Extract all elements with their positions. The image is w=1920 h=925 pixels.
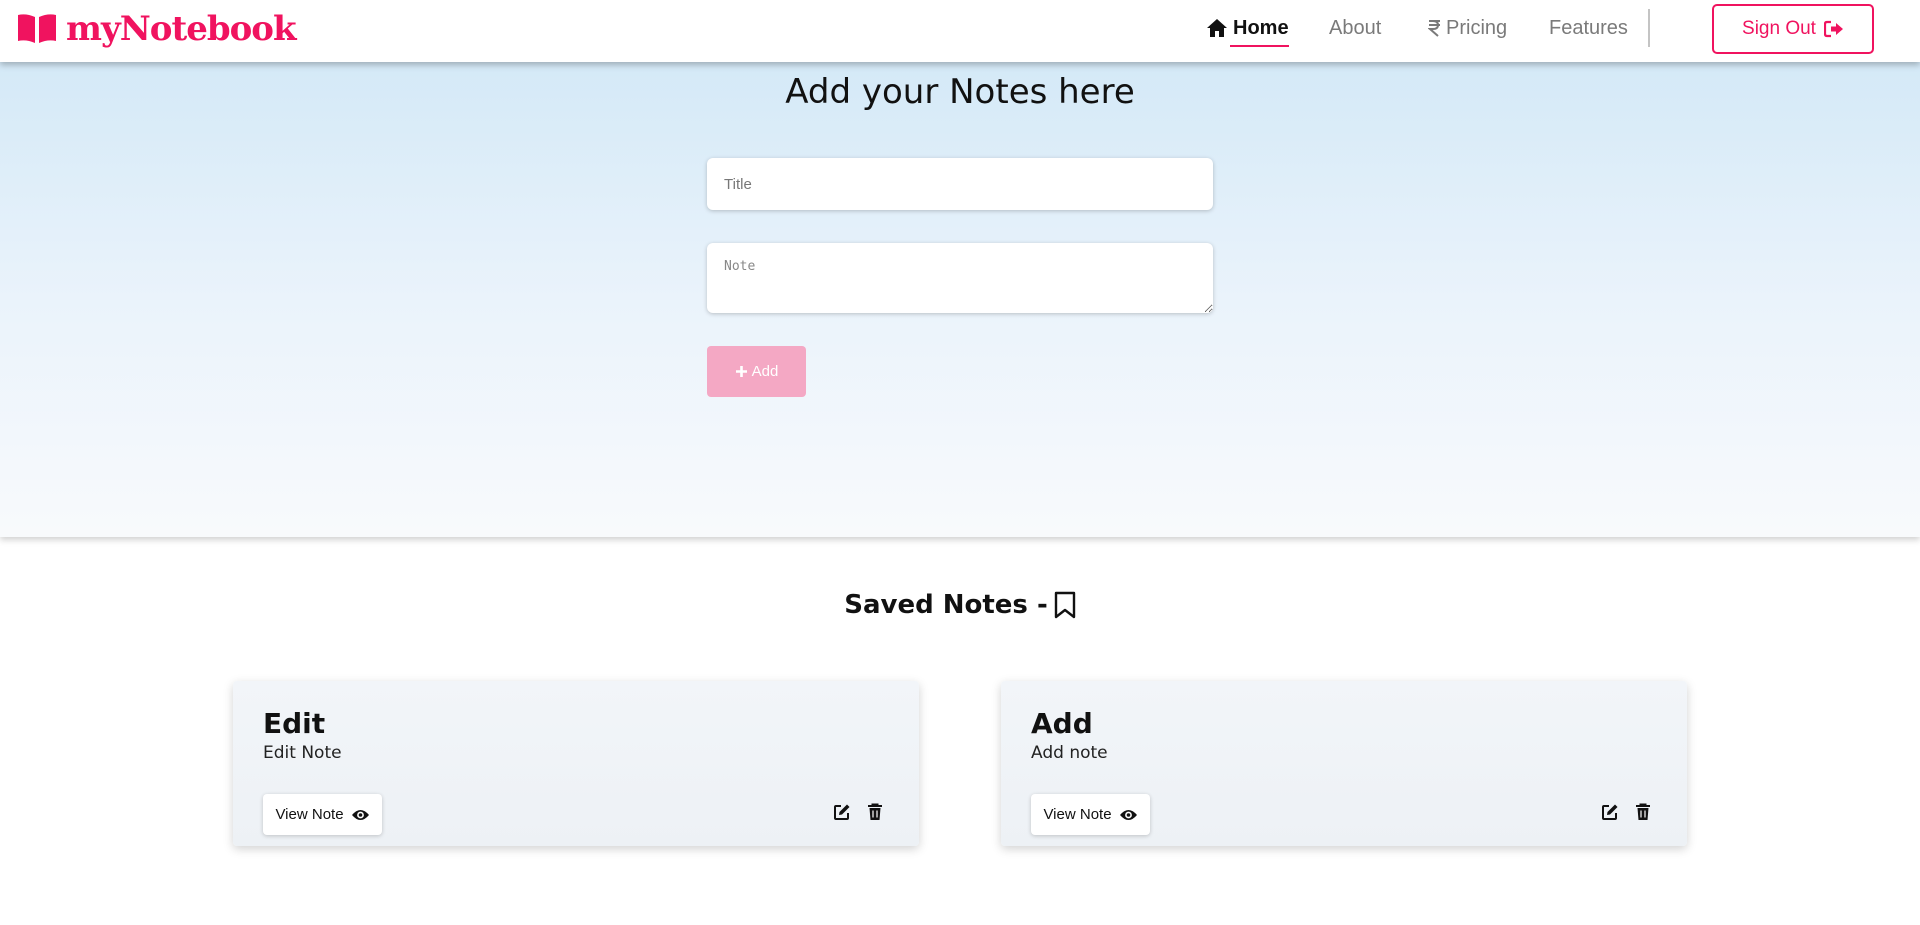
brand-name: myNotebook [66,9,297,49]
edit-icon[interactable] [1601,803,1619,821]
active-underline [1230,44,1289,47]
note-actions [1601,803,1651,821]
note-title: Edit [263,707,326,740]
rupee-icon [1428,19,1441,37]
sign-out-button[interactable]: Sign Out [1712,4,1874,54]
view-note-label: View Note [1043,806,1112,823]
eye-icon [351,808,370,822]
nav-pricing[interactable]: Pricing [1428,14,1507,42]
note-card: Add Add note View Note [1001,681,1687,846]
home-icon [1206,18,1228,38]
nav-features[interactable]: Features [1549,14,1628,42]
nav-home[interactable]: Home [1206,14,1289,47]
sign-out-label: Sign Out [1742,18,1816,39]
navbar: myNotebook Home About Pricing Features S… [0,0,1920,62]
note-card: Edit Edit Note View Note [233,681,919,846]
plus-icon [735,365,748,378]
note-description: Edit Note [263,743,342,763]
add-note-label: Add [751,363,779,380]
page-title: Add your Notes here [785,72,1135,112]
nav-home-label: Home [1230,17,1289,47]
view-note-button[interactable]: View Note [263,794,382,835]
note-textarea[interactable] [707,243,1213,313]
note-description: Add note [1031,743,1108,763]
nav-features-label: Features [1549,16,1628,39]
nav-about-label: About [1329,16,1382,39]
bookmark-icon [1054,591,1076,619]
view-note-button[interactable]: View Note [1031,794,1150,835]
note-actions [833,803,883,821]
saved-notes-label: Saved Notes - [844,590,1048,620]
nav-divider [1648,9,1650,47]
sign-out-icon [1823,20,1844,38]
eye-icon [1119,808,1138,822]
note-title: Add [1031,707,1093,740]
add-note-section: Add your Notes here Add [0,62,1920,537]
nav-pricing-label: Pricing [1446,16,1508,39]
view-note-label: View Note [275,806,344,823]
trash-icon[interactable] [867,803,883,821]
trash-icon[interactable] [1635,803,1651,821]
book-icon [16,13,58,45]
nav-about[interactable]: About [1329,14,1381,42]
saved-notes-heading: Saved Notes - [0,590,1920,620]
title-input[interactable] [707,158,1213,210]
add-note-button[interactable]: Add [707,346,806,397]
edit-icon[interactable] [833,803,851,821]
brand-logo[interactable]: myNotebook [16,9,297,49]
